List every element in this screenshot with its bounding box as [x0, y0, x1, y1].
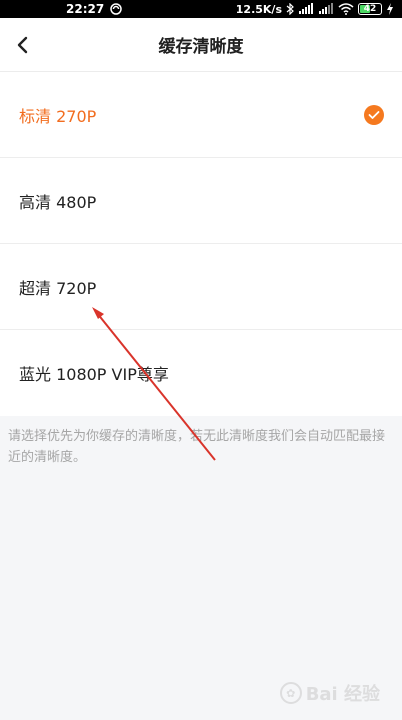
back-button[interactable] — [10, 32, 34, 58]
quality-options: 标清 270P 高清 480P 超清 720P 蓝光 1080P VIP尊享 — [0, 72, 402, 416]
no-disturb-icon — [110, 3, 122, 15]
option-270p[interactable]: 标清 270P — [0, 72, 402, 158]
option-label: 标清 270P — [19, 106, 97, 126]
status-bar: 22:27 12.5K/s 42 — [0, 0, 402, 18]
header: 缓存清晰度 — [0, 18, 402, 72]
signal-hd-icon — [298, 3, 314, 15]
status-left: 22:27 — [66, 2, 122, 16]
option-label: 高清 480P — [19, 192, 97, 212]
network-speed: 12.5K/s — [235, 2, 282, 16]
option-1080p[interactable]: 蓝光 1080P VIP尊享 — [0, 330, 402, 416]
option-label: 超清 720P — [19, 278, 97, 298]
paw-logo-icon: ✿ — [279, 682, 302, 704]
battery-icon: 42 — [358, 3, 382, 15]
signal-hd-icon-2 — [318, 3, 334, 15]
back-arrow-icon — [17, 36, 28, 54]
status-right: 12.5K/s 42 — [236, 3, 394, 16]
hint-text: 请选择优先为你缓存的清晰度，若无此清晰度我们会自动匹配最接近的清晰度。 — [8, 429, 386, 465]
page-title: 缓存清晰度 — [158, 37, 244, 57]
option-720p[interactable]: 超清 720P — [0, 244, 402, 330]
status-time: 22:27 — [66, 2, 105, 16]
battery-level: 42 — [363, 4, 377, 14]
wifi-icon — [338, 3, 354, 15]
charging-icon — [386, 3, 394, 15]
option-480p[interactable]: 高清 480P — [0, 158, 402, 244]
watermark: ✿ Bai 经验 — [279, 680, 380, 706]
bluetooth-icon — [286, 3, 294, 15]
watermark-text: Bai 经验 — [305, 684, 380, 705]
checkmark-icon — [364, 104, 384, 125]
option-label: 蓝光 1080P VIP尊享 — [19, 365, 169, 384]
